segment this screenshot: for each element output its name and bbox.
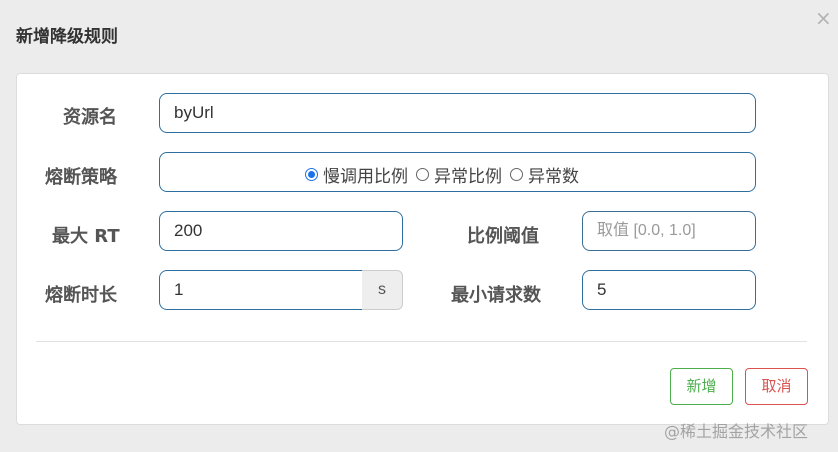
radio-slow-call-ratio[interactable]: 慢调用比例 [305, 162, 408, 187]
radio-unchecked-icon[interactable] [416, 167, 429, 181]
cancel-button[interactable]: 取消 [745, 368, 808, 405]
resource-input[interactable]: byUrl [159, 93, 756, 133]
dialog-title: 新增降级规则 [16, 27, 118, 47]
radio-exception-count[interactable]: 异常数 [510, 162, 579, 187]
ratio-threshold-label: 比例阈值 [467, 226, 539, 247]
ratio-threshold-input[interactable]: 取值 [0.0, 1.0] [582, 211, 756, 251]
max-rt-input[interactable]: 200 [159, 211, 403, 251]
close-icon[interactable]: × [815, 8, 832, 28]
degrade-rule-dialog: 新增降级规则 × 资源名 byUrl 熔断策略 慢调用比例 异常比例 异常数 最… [0, 0, 838, 452]
radio-exception-ratio[interactable]: 异常比例 [416, 162, 502, 187]
duration-unit-addon: s [362, 270, 403, 310]
divider [36, 341, 807, 342]
radio-label: 异常比例 [434, 166, 502, 187]
strategy-label: 熔断策略 [45, 167, 117, 188]
duration-input[interactable]: 1 [159, 270, 363, 310]
add-button[interactable]: 新增 [670, 368, 733, 405]
radio-label: 异常数 [528, 166, 579, 187]
resource-label: 资源名 [63, 107, 117, 128]
watermark: @稀土掘金技术社区 [664, 422, 809, 441]
radio-checked-icon[interactable] [305, 167, 318, 181]
min-requests-label: 最小请求数 [451, 285, 541, 306]
min-requests-input[interactable]: 5 [582, 270, 756, 310]
max-rt-label: 最大 RT [52, 226, 120, 247]
radio-label: 慢调用比例 [323, 166, 408, 187]
radio-unchecked-icon[interactable] [510, 167, 523, 181]
strategy-radio-group: 慢调用比例 异常比例 异常数 [305, 162, 587, 187]
duration-label: 熔断时长 [45, 285, 117, 306]
